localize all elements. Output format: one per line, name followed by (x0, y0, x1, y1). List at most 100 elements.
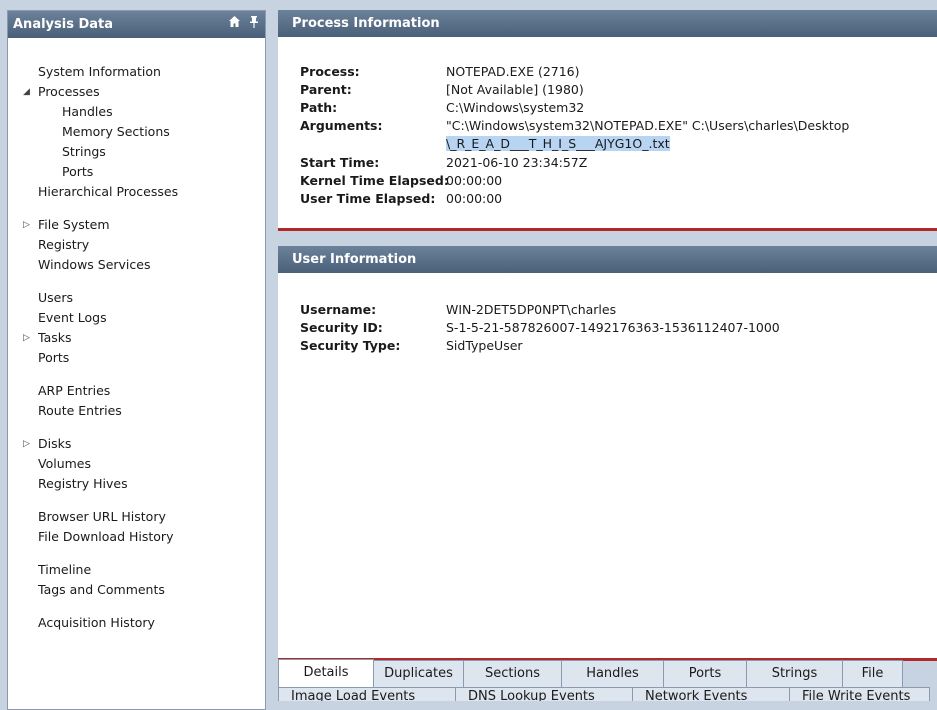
analysis-data-header: Analysis Data (8, 11, 265, 38)
user-info-body: Username: WIN-2DET5DP0NPT\charles Security… (278, 273, 937, 658)
tab-file-write-events[interactable]: File Write Events (790, 687, 930, 701)
nav-item[interactable]: Registry (38, 235, 89, 255)
nav-item-label: ARP Entries (38, 383, 111, 398)
nav-item[interactable]: ▷ File System (23, 215, 110, 235)
nav-item-label: Tags and Comments (38, 582, 165, 597)
tab-dns-lookup-events[interactable]: DNS Lookup Events (456, 687, 633, 701)
section-divider (278, 228, 937, 231)
tab-file[interactable]: File (843, 660, 903, 688)
nav-item-label: Disks (38, 436, 72, 451)
tab-image-load-events[interactable]: Image Load Events (278, 687, 456, 701)
pin-icon[interactable] (249, 15, 259, 28)
home-icon[interactable] (228, 15, 241, 28)
info-key: Kernel Time Elapsed: (300, 172, 449, 188)
nav-item[interactable]: ▷ Disks (23, 434, 72, 454)
info-value[interactable]: [Not Available] (1980) (446, 81, 584, 98)
nav-item[interactable]: Ports (62, 162, 93, 182)
nav-item-label: System Information (38, 64, 161, 79)
nav-item-label: Browser URL History (38, 509, 166, 524)
nav-item[interactable]: Acquisition History (38, 613, 155, 633)
nav-item[interactable]: Ports (38, 348, 69, 368)
nav-item[interactable]: Strings (62, 142, 106, 162)
tab-duplicates[interactable]: Duplicates (374, 660, 464, 688)
nav-item-label: Tasks (38, 330, 72, 345)
nav-item[interactable]: Timeline (38, 560, 91, 580)
info-key: Username: (300, 302, 377, 317)
info-value[interactable]: 00:00:00 (446, 190, 502, 207)
nav-item[interactable]: ▷ Tasks (23, 328, 72, 348)
info-value[interactable]: S-1-5-21-587826007-1492176363-1536112407… (446, 319, 780, 336)
nav-item-label: Memory Sections (62, 124, 170, 139)
tab-sections[interactable]: Sections (464, 660, 562, 688)
nav-item-label: Event Logs (38, 310, 107, 325)
nav-item-label: Windows Services (38, 257, 151, 272)
nav-item-label: Route Entries (38, 403, 122, 418)
nav-item-label: Acquisition History (38, 615, 155, 630)
nav-item[interactable]: File Download History (38, 527, 173, 547)
nav-item-label: Ports (62, 164, 94, 179)
nav-item-label: Registry Hives (38, 476, 128, 491)
user-info-header: User Information (278, 246, 937, 273)
process-info-body: Process: NOTEPAD.EXE (2716) Parent: [Not Av… (278, 37, 937, 228)
nav-item[interactable]: Handles (62, 102, 113, 122)
info-key: Parent: (300, 82, 352, 98)
info-value[interactable]: 2021-06-10 23:34:57Z (446, 154, 587, 171)
tab-details[interactable]: Details (278, 659, 374, 689)
nav-item[interactable]: Route Entries (38, 401, 122, 421)
nav-item[interactable]: Memory Sections (62, 122, 170, 142)
collapse-arrow-icon[interactable]: ▷ (23, 434, 35, 454)
nav-item[interactable]: Windows Services (38, 255, 150, 275)
nav-item[interactable]: Users (38, 288, 73, 308)
info-key: Start Time: (300, 154, 380, 170)
info-key: Security Type: (300, 338, 401, 353)
nav-item-label: File Download History (38, 529, 174, 544)
nav-item[interactable]: System Information (38, 62, 161, 82)
nav-item[interactable]: ARP Entries (38, 381, 110, 401)
info-value[interactable]: WIN-2DET5DP0NPT\charles (446, 301, 616, 318)
info-value[interactable]: NOTEPAD.EXE (2716) (446, 63, 580, 80)
nav-item-label: Handles (62, 104, 113, 119)
detail-tabs: Details Duplicates Sections Handles Ports Str… (278, 659, 903, 689)
process-info-title: Process Information (292, 16, 440, 31)
info-key: Process: (300, 64, 360, 79)
event-tabs: Image Load Events DNS Lookup Events Networ… (278, 687, 930, 701)
nav-item[interactable]: ◢ Processes (23, 82, 100, 102)
collapse-arrow-icon[interactable]: ▷ (23, 215, 35, 235)
collapse-arrow-icon[interactable]: ▷ (23, 328, 35, 348)
info-key: Path: (300, 100, 338, 116)
tab-strings[interactable]: Strings (747, 660, 843, 688)
info-value[interactable]: SidTypeUser (446, 337, 523, 354)
expand-arrow-icon[interactable]: ◢ (23, 82, 35, 102)
tab-network-events[interactable]: Network Events (633, 687, 790, 701)
nav-item[interactable]: Volumes (38, 454, 91, 474)
tab-ports[interactable]: Ports (664, 660, 747, 688)
nav-item[interactable]: Hierarchical Processes (38, 182, 178, 202)
nav-item-label: Hierarchical Processes (38, 184, 179, 199)
user-info-title: User Information (292, 252, 417, 267)
nav-item-label: File System (38, 217, 110, 232)
nav-item-label: Ports (38, 350, 70, 365)
nav-item[interactable]: Registry Hives (38, 474, 128, 494)
tab-handles[interactable]: Handles (562, 660, 664, 688)
nav-item-label: Strings (62, 144, 106, 159)
selected-text[interactable]: \_R_E_A_D___T_H_I_S___AJYG1O_.txt (446, 136, 670, 152)
nav-item[interactable]: Tags and Comments (38, 580, 165, 600)
info-value[interactable]: 00:00:00 (446, 172, 502, 189)
analysis-data-panel: Analysis Data System Information ◢ Process… (7, 10, 266, 710)
nav-item-label: Processes (38, 84, 100, 99)
nav-item-label: Volumes (38, 456, 92, 471)
analysis-data-title: Analysis Data (13, 17, 114, 32)
info-value[interactable]: \_R_E_A_D___T_H_I_S___AJYG1O_.txt (446, 135, 670, 152)
info-key: User Time Elapsed: (300, 190, 436, 206)
info-key: Security ID: (300, 320, 383, 335)
info-key: Arguments: (300, 118, 383, 134)
nav-item-label: Registry (38, 237, 90, 252)
process-info-header: Process Information (278, 10, 937, 37)
info-value[interactable]: C:\Windows\system32 (446, 99, 584, 116)
nav-item-label: Timeline (38, 562, 92, 577)
info-value[interactable]: "C:\Windows\system32\NOTEPAD.EXE" C:\Use… (446, 117, 849, 134)
nav-item-label: Users (38, 290, 74, 305)
nav-item[interactable]: Event Logs (38, 308, 107, 328)
details-area: Process Information Process: NOTEPAD.EXE … (278, 10, 937, 710)
nav-item[interactable]: Browser URL History (38, 507, 166, 527)
